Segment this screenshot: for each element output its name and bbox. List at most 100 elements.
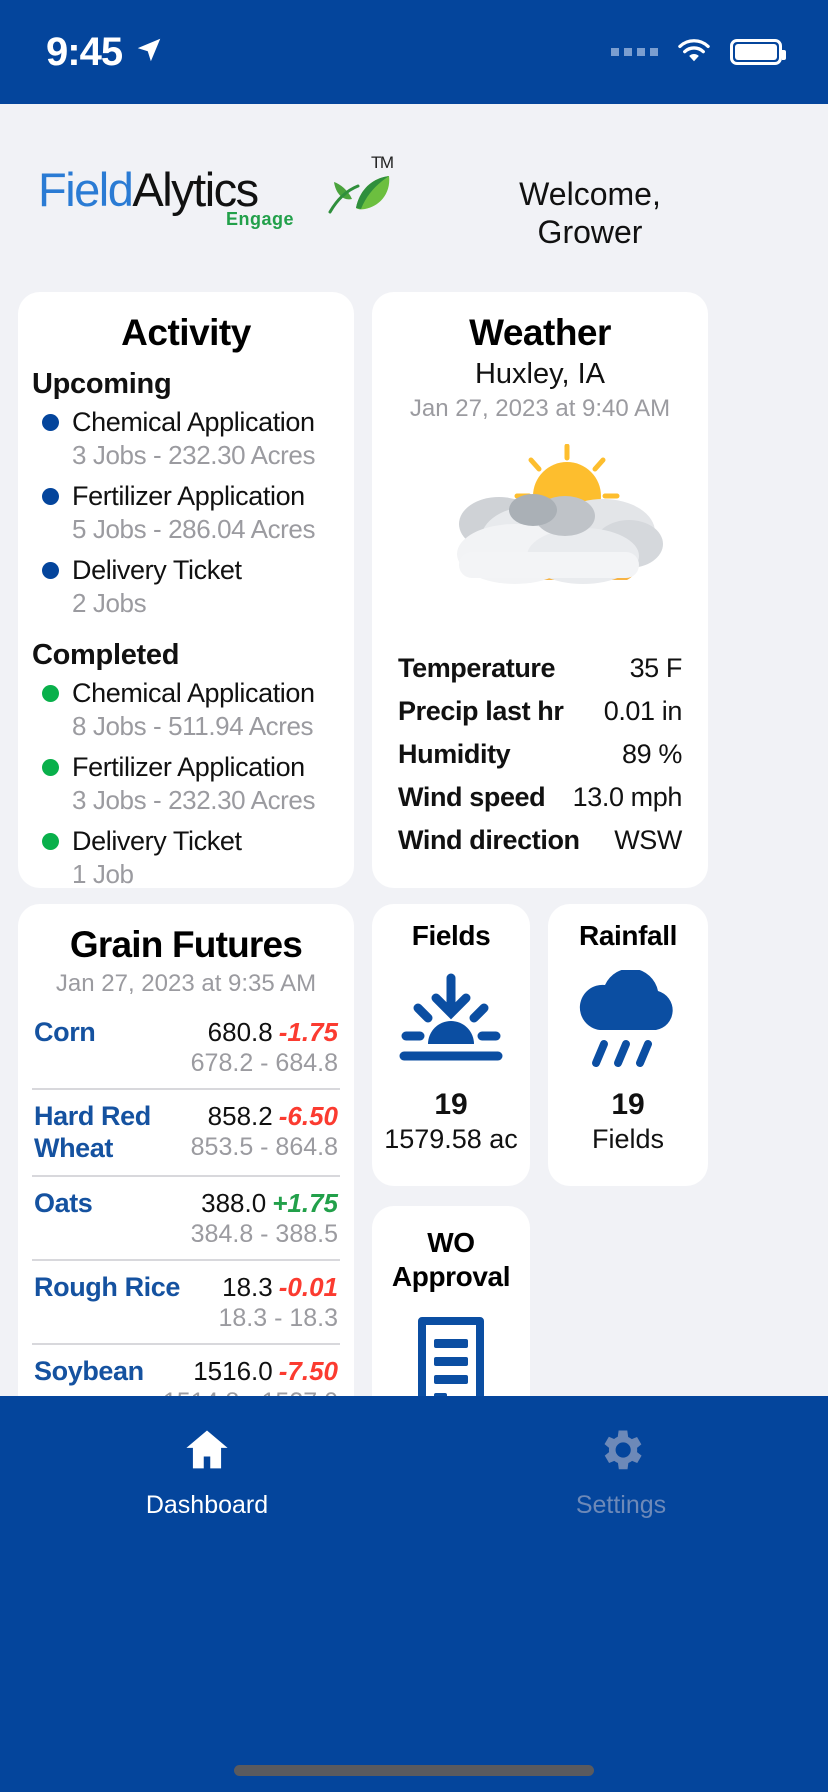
rainfall-sub: Fields: [591, 1124, 665, 1154]
rainfall-count: 19: [611, 1088, 645, 1121]
tab-dashboard[interactable]: Dashboard: [0, 1424, 414, 1520]
grain-price: 858.2: [207, 1101, 273, 1131]
activity-item-label: Chemical Application: [72, 678, 315, 708]
grain-futures-card[interactable]: Grain Futures Jan 27, 2023 at 9:35 AM Co…: [18, 904, 354, 1420]
app-screen: 9:45 FieldAlytics Engage TM Welcome, Gro…: [0, 0, 828, 1792]
weather-metric-value: 35 F: [629, 653, 683, 683]
grain-values: 388.0 +1.75 384.8 - 388.5: [191, 1188, 338, 1249]
grain-futures-title: Grain Futures: [69, 924, 303, 965]
status-bar-time-group: 9:45: [46, 30, 164, 75]
fields-count: 19: [434, 1088, 468, 1121]
activity-section-heading-completed: Completed: [32, 639, 180, 671]
rainfall-card[interactable]: Rainfall 19 Fields: [548, 904, 708, 1186]
home-indicator[interactable]: [234, 1765, 594, 1776]
weather-metric-label: Humidity: [398, 739, 511, 769]
status-bar: 9:45: [0, 0, 828, 104]
activity-row: Chemical Application: [18, 674, 354, 709]
weather-metrics-list: Temperature 35 F Precip last hr 0.01 in …: [372, 647, 708, 862]
activity-item-upcoming-fertilizer[interactable]: Fertilizer Application 5 Jobs - 286.04 A…: [18, 477, 354, 551]
activity-item-completed-fertilizer[interactable]: Fertilizer Application 3 Jobs - 232.30 A…: [18, 748, 354, 822]
grain-change: -1.75: [278, 1017, 338, 1047]
activity-row: Fertilizer Application: [18, 748, 354, 783]
grain-change: -7.50: [278, 1355, 338, 1386]
grain-price-line: 1516.0 -7.50: [193, 1356, 338, 1386]
weather-metric-label: Temperature: [398, 653, 556, 683]
status-dot-icon: [42, 488, 59, 505]
activity-item-label: Fertilizer Application: [72, 481, 305, 511]
activity-item-upcoming-delivery[interactable]: Delivery Ticket 2 Jobs: [18, 551, 354, 625]
tab-settings-label: Settings: [575, 1491, 667, 1519]
status-dot-icon: [42, 414, 59, 431]
wo-approval-title-line-2: Approval: [391, 1260, 511, 1292]
bottom-tab-bar: Dashboard Settings: [0, 1396, 828, 1792]
sun-behind-clouds-icon: [372, 441, 708, 617]
grain-change: -6.50: [278, 1101, 338, 1131]
status-bar-time: 9:45: [46, 29, 123, 74]
weather-metric-row: Wind direction WSW: [398, 819, 682, 862]
app-logo: FieldAlytics Engage TM: [38, 154, 394, 228]
fields-card[interactable]: Fields 19 1579.58 ac: [372, 904, 530, 1186]
activity-item-label: Delivery Ticket: [72, 555, 242, 585]
status-dot-icon: [42, 685, 59, 702]
weather-metric-row: Humidity 89 %: [398, 733, 682, 776]
activity-item-completed-chemical[interactable]: Chemical Application 8 Jobs - 511.94 Acr…: [18, 674, 354, 748]
wo-approval-card[interactable]: WO Approval: [372, 1206, 530, 1422]
grain-row-oats[interactable]: Oats 388.0 +1.75 384.8 - 388.5: [32, 1177, 340, 1261]
grain-range: 678.2 - 684.8: [190, 1049, 338, 1077]
grain-price: 388.0: [201, 1187, 267, 1218]
activity-title: Activity: [121, 312, 251, 353]
battery-icon: [730, 39, 786, 65]
fields-card-title: Fields: [411, 920, 491, 951]
logo-field-text: Field: [38, 163, 134, 216]
grain-futures-list: Corn 680.8 -1.75 678.2 - 684.8 Hard Red W…: [18, 1006, 354, 1420]
activity-row: Delivery Ticket: [18, 822, 354, 857]
activity-card[interactable]: Activity Upcoming Chemical Application 3…: [18, 292, 354, 889]
grain-name: Oats: [34, 1187, 93, 1218]
activity-item-detail: 3 Jobs - 232.30 Acres: [72, 440, 316, 470]
activity-section-heading-upcoming: Upcoming: [32, 368, 172, 400]
weather-metric-value: WSW: [614, 825, 682, 855]
sunrise-arrow-down-icon: [372, 962, 530, 1082]
status-bar-indicators: [611, 36, 786, 69]
weather-title: Weather: [469, 312, 611, 353]
activity-item-label: Fertilizer Application: [72, 752, 305, 782]
grain-row-hard-red-wheat[interactable]: Hard Red Wheat 858.2 -6.50 853.5 - 864.8: [32, 1090, 340, 1177]
welcome-line-2: Grower: [537, 213, 643, 250]
grain-price-line: 388.0 +1.75: [201, 1188, 338, 1218]
activity-row: Chemical Application: [18, 403, 354, 438]
weather-metric-row: Wind speed 13.0 mph: [398, 776, 682, 819]
activity-row: Delivery Ticket: [18, 551, 354, 586]
activity-item-completed-delivery[interactable]: Delivery Ticket 1 Job: [18, 822, 354, 896]
grain-price-line: 18.3 -0.01: [222, 1272, 338, 1302]
grain-name: Hard Red Wheat: [34, 1101, 151, 1163]
activity-item-label: Chemical Application: [72, 407, 315, 437]
tab-dashboard-label: Dashboard: [145, 1491, 269, 1519]
rainfall-card-title: Rainfall: [579, 920, 677, 951]
weather-location: Huxley, IA: [474, 358, 605, 390]
status-dot-icon: [42, 759, 59, 776]
weather-metric-label: Wind direction: [398, 825, 580, 855]
grain-row-rough-rice[interactable]: Rough Rice 18.3 -0.01 18.3 - 18.3: [32, 1261, 340, 1345]
grain-change: -0.01: [278, 1271, 338, 1302]
home-icon: [179, 1424, 235, 1481]
grain-range: 853.5 - 864.8: [190, 1133, 338, 1161]
grain-name: Rough Rice: [34, 1271, 181, 1302]
activity-item-label: Delivery Ticket: [72, 826, 242, 856]
weather-metric-label: Precip last hr: [398, 696, 564, 726]
weather-card[interactable]: Weather Huxley, IA Jan 27, 2023 at 9:40 …: [372, 292, 708, 888]
activity-item-upcoming-chemical[interactable]: Chemical Application 3 Jobs - 232.30 Acr…: [18, 403, 354, 477]
weather-timestamp: Jan 27, 2023 at 9:40 AM: [409, 395, 671, 422]
leaf-icon: [326, 168, 392, 229]
welcome-message: Welcome, Grower: [440, 176, 740, 252]
fields-acres: 1579.58 ac: [384, 1124, 518, 1154]
grain-price: 680.8: [207, 1017, 273, 1047]
weather-metric-value: 13.0 mph: [572, 782, 683, 812]
tab-settings[interactable]: Settings: [414, 1424, 828, 1520]
logo-engage-text: Engage: [226, 209, 295, 229]
grain-row-corn[interactable]: Corn 680.8 -1.75 678.2 - 684.8: [32, 1006, 340, 1090]
weather-metric-row: Temperature 35 F: [398, 647, 682, 690]
activity-item-detail: 8 Jobs - 511.94 Acres: [72, 711, 314, 741]
activity-item-detail: 3 Jobs - 232.30 Acres: [72, 785, 316, 815]
status-dot-icon: [42, 833, 59, 850]
wo-approval-title-line-1: WO: [427, 1227, 475, 1258]
